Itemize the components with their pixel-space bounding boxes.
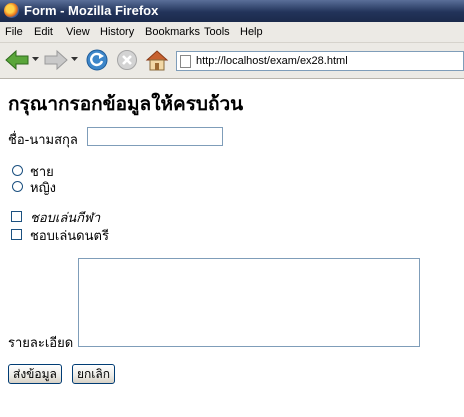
menu-tools[interactable]: Tools bbox=[204, 26, 230, 38]
url-bar[interactable]: http://localhost/exam/ex28.html bbox=[176, 51, 464, 71]
menu-bookmarks[interactable]: Bookmarks bbox=[145, 26, 200, 38]
back-arrow-icon[interactable] bbox=[4, 49, 30, 71]
submit-button[interactable]: ส่งข้อมูล bbox=[8, 364, 62, 384]
window-title: Form - Mozilla Firefox bbox=[24, 3, 159, 18]
detail-label: รายละเอียด bbox=[8, 336, 74, 351]
page-icon bbox=[180, 55, 191, 68]
menu-file[interactable]: File bbox=[5, 26, 23, 38]
stop-icon[interactable] bbox=[116, 49, 138, 71]
hobby-music-label: ชอบเล่นดนตรี bbox=[30, 229, 109, 244]
name-input[interactable] bbox=[87, 127, 223, 146]
forward-history-dropdown-icon[interactable] bbox=[71, 57, 78, 62]
menu-edit[interactable]: Edit bbox=[34, 26, 53, 38]
reset-button[interactable]: ยกเลิก bbox=[72, 364, 116, 384]
back-history-dropdown-icon[interactable] bbox=[32, 57, 39, 62]
hobby-checkbox-music[interactable] bbox=[11, 229, 22, 240]
url-text[interactable]: http://localhost/exam/ex28.html bbox=[196, 55, 348, 67]
window-titlebar: Form - Mozilla Firefox bbox=[0, 0, 464, 22]
menu-bar: File Edit View History Bookmarks Tools H… bbox=[0, 22, 464, 43]
gender-radio-female[interactable] bbox=[12, 181, 23, 192]
page-content: กรุณากรอกข้อมูลให้ครบถ้วน ชื่อ-นามสกุล ช… bbox=[0, 79, 464, 417]
home-icon[interactable] bbox=[145, 48, 169, 72]
name-label: ชื่อ-นามสกุล bbox=[8, 133, 78, 148]
menu-help[interactable]: Help bbox=[240, 26, 263, 38]
gender-female-label: หญิง bbox=[30, 181, 56, 196]
menu-history[interactable]: History bbox=[100, 26, 134, 38]
hobby-checkbox-sport[interactable] bbox=[11, 211, 22, 222]
detail-textarea[interactable] bbox=[78, 258, 420, 347]
gender-radio-male[interactable] bbox=[12, 165, 23, 176]
page-title: กรุณากรอกข้อมูลให้ครบถ้วน bbox=[8, 93, 244, 115]
menu-view[interactable]: View bbox=[66, 26, 90, 38]
forward-arrow-icon[interactable] bbox=[43, 49, 69, 71]
firefox-logo-icon bbox=[4, 3, 19, 18]
reload-icon[interactable] bbox=[85, 48, 109, 72]
